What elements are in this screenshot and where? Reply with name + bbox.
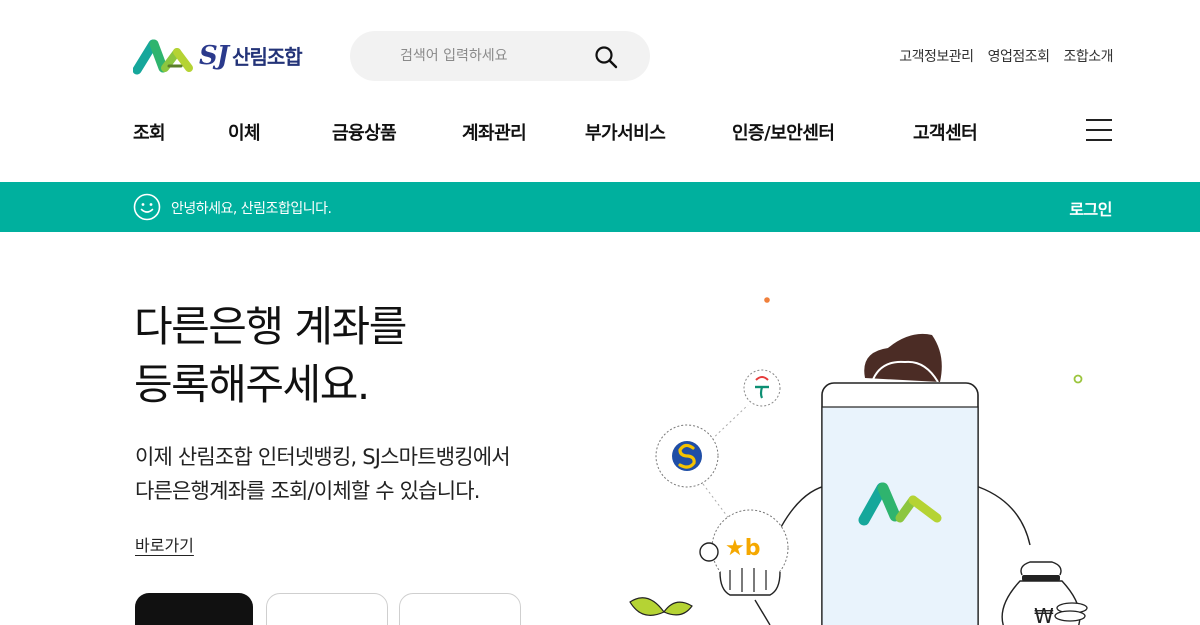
money-bag-icon: ₩ (1001, 561, 1088, 625)
hero-desc-line2: 다른은행계좌를 조회/이체할 수 있습니다. (135, 479, 480, 503)
shortcut-link[interactable]: 바로가기 (135, 532, 194, 556)
won-symbol: ₩ (1034, 604, 1054, 625)
search-bar (350, 31, 650, 81)
login-link[interactable]: 로그인 (1069, 196, 1112, 220)
utility-links: 고객정보관리 영업점조회 조합소개 (899, 46, 1113, 66)
hero-title-line1: 다른은행 계좌를 (134, 302, 407, 351)
logo-name-text: 산림조합 (232, 45, 303, 69)
nav-item-account-management[interactable]: 계좌관리 (462, 119, 527, 145)
util-link-about[interactable]: 조합소개 (1063, 46, 1113, 66)
greeting-message: 안녕하세요, 산림조합입니다. (171, 201, 332, 217)
nav-item-financial-products[interactable]: 금융상품 (332, 119, 397, 145)
nav-item-security-center[interactable]: 인증/보안센터 (732, 119, 835, 145)
nav-item-customer-center[interactable]: 고객센터 (913, 119, 978, 145)
hero-illustration: ★b ₩ (629, 297, 1088, 625)
banking-login-button[interactable]: 뱅킹로그인 (135, 593, 253, 625)
kb-mark-text: ★b (725, 536, 760, 561)
hana-bank-icon (743, 369, 781, 407)
search-button[interactable] (594, 45, 618, 69)
nav-item-extra-services[interactable]: 부가서비스 (585, 119, 666, 145)
leaf-icon (629, 597, 693, 616)
hero-title: 다른은행 계좌를 등록해주세요. (134, 298, 594, 414)
smile-icon (133, 193, 161, 221)
util-link-branch-search[interactable]: 영업점조회 (988, 46, 1050, 66)
hero-description: 이제 산림조합 인터넷뱅킹, SJ스마트뱅킹에서 다른은행계좌를 조회/이체할 … (135, 440, 615, 508)
joint-certificate-button[interactable]: 공동인증서 (266, 593, 388, 625)
financial-certificate-button[interactable]: 금융인증서 (399, 593, 521, 625)
search-input[interactable] (400, 48, 590, 64)
nav-item-inquiry[interactable]: 조회 (133, 119, 166, 145)
logo-brand-text: SJ (199, 41, 229, 71)
forest-logo-icon (133, 39, 193, 75)
main-nav: 조회 이체 금융상품 계좌관리 부가서비스 인증/보안센터 고객센터 (0, 119, 1200, 145)
greeting-bar: 안녕하세요, 산림조합입니다. 로그인 (0, 182, 1200, 232)
util-link-customer-info[interactable]: 고객정보관리 (899, 46, 974, 66)
hero-title-line2: 등록해주세요. (134, 360, 370, 409)
logo[interactable]: SJ 산림조합 (133, 36, 323, 76)
shinhan-bank-icon (655, 424, 719, 488)
nav-item-transfer[interactable]: 이체 (228, 119, 261, 145)
hamburger-menu-icon[interactable] (1086, 119, 1112, 141)
hero-desc-line1: 이제 산림조합 인터넷뱅킹, SJ스마트뱅킹에서 (135, 445, 511, 469)
search-icon (595, 46, 618, 69)
